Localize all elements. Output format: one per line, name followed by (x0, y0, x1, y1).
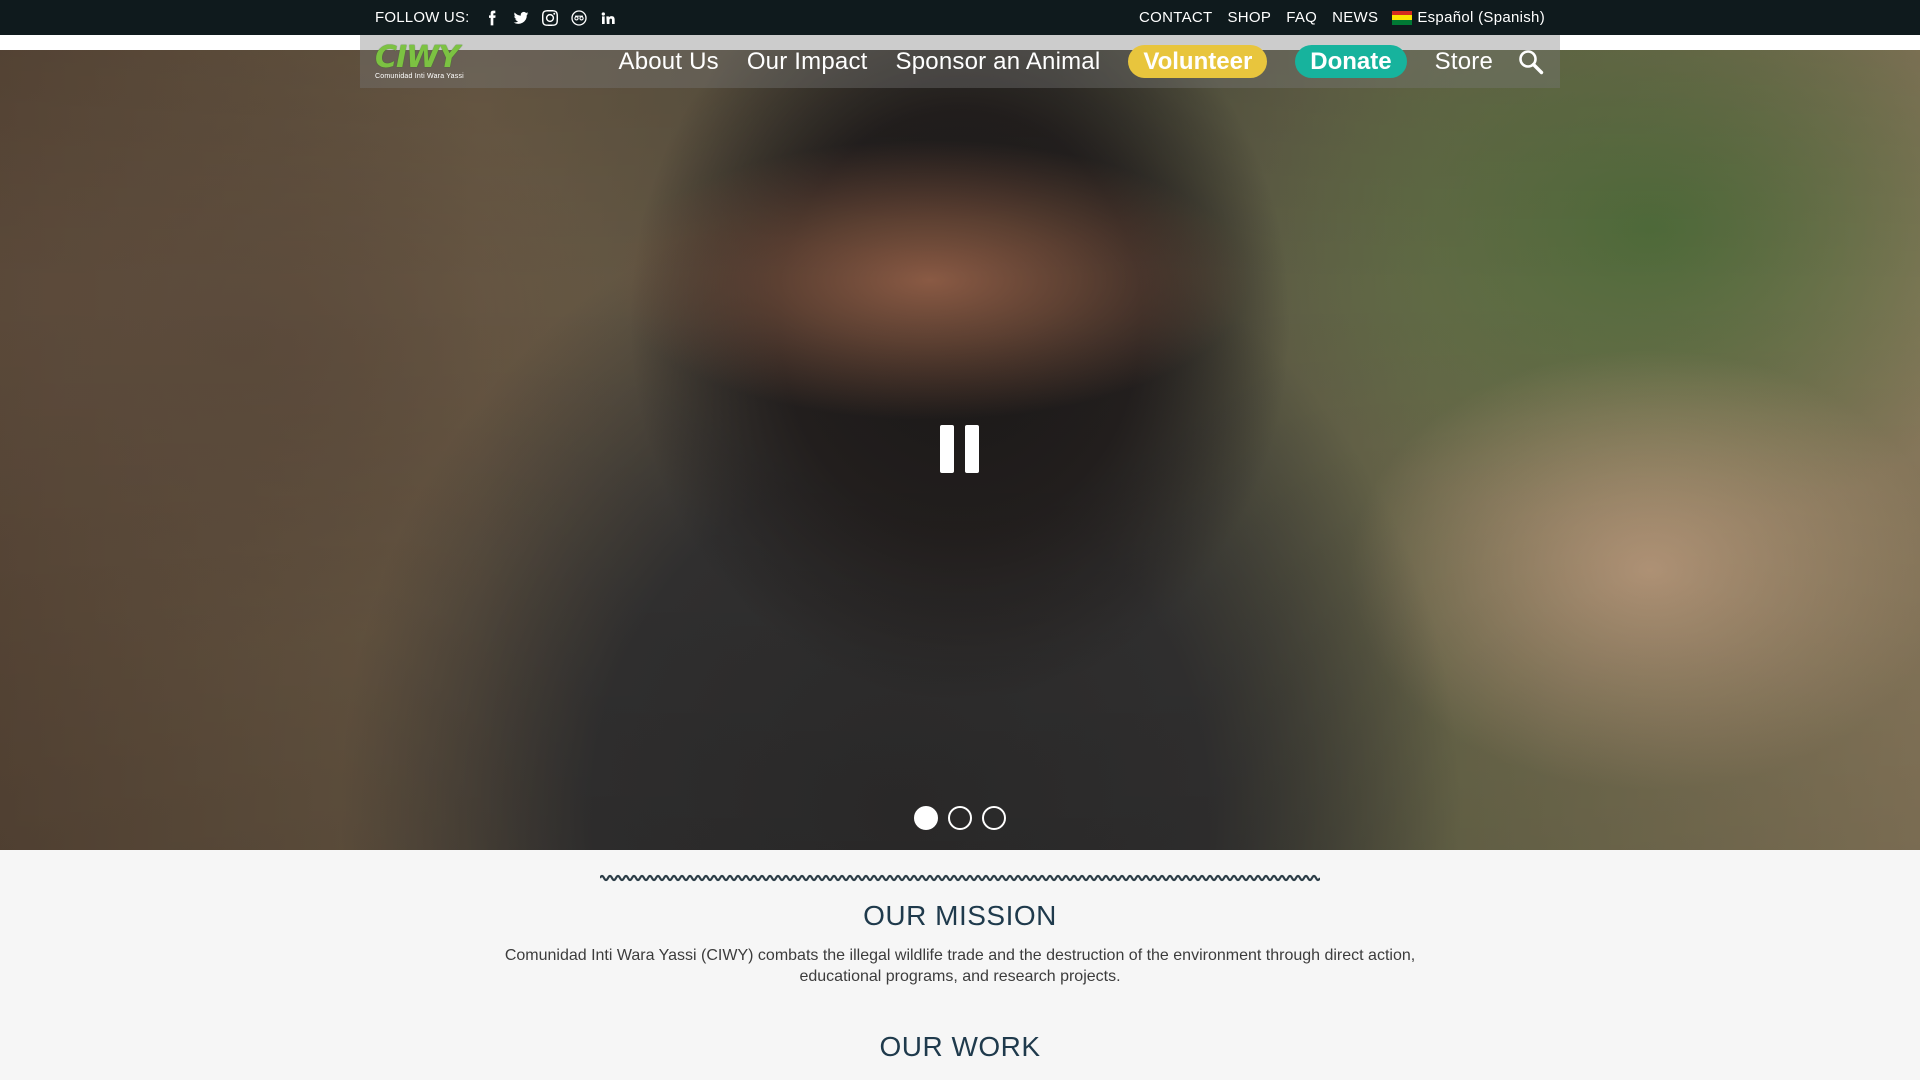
follow-us: FOLLOW US: (375, 9, 617, 26)
search-icon[interactable] (1517, 48, 1545, 76)
mission-title: OUR MISSION (863, 900, 1057, 931)
pause-bar (965, 425, 979, 473)
faq-link[interactable]: FAQ (1286, 9, 1317, 26)
pause-bar (940, 425, 954, 473)
work-title: OUR WORK (879, 1031, 1041, 1062)
ciwy-logo[interactable]: CIWY Comunidad Inti Wara Yassi (375, 39, 470, 80)
slider-dot-2[interactable] (948, 806, 972, 830)
news-link[interactable]: NEWS (1332, 9, 1378, 26)
nav-store[interactable]: Store (1435, 48, 1493, 76)
twitter-icon[interactable] (513, 9, 530, 26)
slider-dots (914, 806, 1006, 830)
facebook-icon[interactable] (484, 9, 501, 26)
pause-icon[interactable] (940, 425, 980, 475)
shop-link[interactable]: SHOP (1227, 9, 1271, 26)
volunteer-button[interactable]: Volunteer (1128, 45, 1268, 78)
language-switch[interactable]: Español (Spanish) (1417, 9, 1545, 26)
nav-items: About Us Our Impact Sponsor an Animal Vo… (618, 45, 1545, 78)
linkedin-icon[interactable] (600, 9, 617, 26)
contact-link[interactable]: CONTACT (1139, 9, 1212, 26)
logo-wordmark: CIWY (375, 39, 460, 75)
follow-us-label: FOLLOW US: (375, 9, 470, 26)
top-bar: FOLLOW US: CONTACT SHOP FAQ NEWS Español… (0, 0, 1920, 35)
top-bar-inner: FOLLOW US: CONTACT SHOP FAQ NEWS Español… (360, 0, 1560, 35)
main-nav: CIWY Comunidad Inti Wara Yassi About Us … (360, 35, 1560, 88)
slider-dot-1[interactable] (914, 806, 938, 830)
instagram-icon[interactable] (542, 9, 559, 26)
nav-about-us[interactable]: About Us (618, 48, 718, 76)
flag-stripe (1392, 19, 1413, 25)
tripadvisor-icon[interactable] (571, 9, 588, 26)
nav-our-impact[interactable]: Our Impact (747, 48, 868, 76)
mission-text: Comunidad Inti Wara Yassi (CIWY) combats… (504, 947, 1416, 985)
donate-button[interactable]: Donate (1295, 45, 1407, 78)
wave-divider (600, 874, 1320, 882)
slider-dot-3[interactable] (982, 806, 1006, 830)
nav-sponsor-an-animal[interactable]: Sponsor an Animal (896, 48, 1101, 76)
bolivia-flag-icon[interactable] (1392, 10, 1413, 25)
top-links: CONTACT SHOP FAQ NEWS Español (Spanish) (1139, 9, 1545, 26)
hero-slider (0, 50, 1920, 850)
logo-subtitle: Comunidad Inti Wara Yassi (375, 72, 464, 80)
